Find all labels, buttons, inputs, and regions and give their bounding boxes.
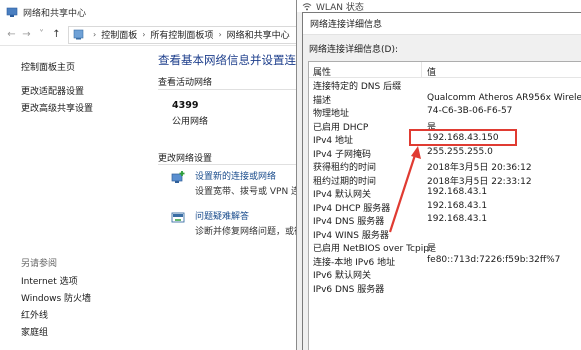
window-titlebar: 网络和共享中心 [0,0,300,24]
divider [158,89,300,90]
property-cell: IPv4 DHCP 服务器 [313,203,391,214]
breadcrumb-all-items[interactable]: 所有控制面板项 [150,28,213,41]
table-row[interactable]: 获得租约的时间 2018年3月5日 20:36:12 [309,159,581,173]
navigation-bar: ← → ˅ ↑ › 控制面板 › 所有控制面板项 › 网络和共享中心 [0,24,300,46]
troubleshoot-link[interactable]: 问题疑难解答 [195,209,249,222]
table-row[interactable]: 连接-本地 IPv6 地址 fe80::713d:7226:f59b:32ff%7 [309,254,581,268]
value-cell: 192.168.43.1 [427,214,488,224]
table-row[interactable]: IPv6 DNS 服务器 [309,281,581,295]
property-cell: 连接-本地 IPv6 地址 [313,257,396,268]
breadcrumb-separator: › [93,30,97,39]
table-row[interactable]: 物理地址 74-C6-3B-06-F6-57 [309,105,581,119]
property-cell: IPv6 默认网关 [313,271,371,281]
list-header: 属性 值 [309,62,581,78]
see-also-firewall[interactable]: Windows 防火墙 [21,291,91,304]
property-cell: 获得租约的时间 [313,163,377,173]
value-cell: 2018年3月5日 22:33:12 [427,176,532,187]
wlan-status-window: WLAN 状态 网络连接详细信息 网络连接详细信息(D): 属性 值 连接特定的… [296,0,581,350]
connection-details-dialog: 网络连接详细信息 网络连接详细信息(D): 属性 值 连接特定的 DNS 后缀描… [302,12,581,350]
property-cell: 已启用 DHCP [313,122,369,133]
sidebar: 控制面板主页 更改适配器设置 更改高级共享设置 另请参阅 Internet 选项… [0,46,150,350]
see-also-heading: 另请参阅 [21,259,58,269]
table-row[interactable]: IPv4 DNS 服务器 192.168.43.1 [309,213,581,227]
table-row[interactable]: IPv4 DHCP 服务器 192.168.43.1 [309,200,581,214]
network-sharing-center-window: 网络和共享中心 ← → ˅ ↑ › 控制面板 › 所有控制面板项 › 网络和共享… [0,0,300,350]
details-label: 网络连接详细信息(D): [309,45,398,55]
setup-connection-link[interactable]: 设置新的连接或网络 [195,169,276,182]
property-cell: 描述 [313,95,332,106]
breadcrumb-control-panel[interactable]: 控制面板 [101,28,137,41]
value-cell: 192.168.43.1 [427,187,488,197]
control-panel-icon [73,29,84,40]
troubleshoot-icon [171,212,185,223]
breadcrumb-network-center[interactable]: 网络和共享中心 [227,28,290,41]
see-also-infrared[interactable]: 红外线 [21,308,48,321]
value-cell: 192.168.43.1 [427,200,488,211]
property-cell: 已启用 NetBIOS over Tcpip [313,244,429,254]
value-cell: 74-C6-3B-06-F6-57 [427,106,513,116]
property-cell: IPv4 DNS 服务器 [313,217,385,227]
property-cell: IPv4 地址 [313,136,353,146]
property-cell: IPv6 DNS 服务器 [313,284,385,295]
sidebar-item-advanced-sharing[interactable]: 更改高级共享设置 [21,101,93,114]
breadcrumb-separator: › [218,30,222,39]
wlan-window-title: WLAN 状态 [316,2,364,13]
table-row[interactable]: IPv4 WINS 服务器 [309,227,581,241]
active-networks-heading: 查看活动网络 [158,78,213,88]
column-divider[interactable] [421,62,422,78]
table-row[interactable]: IPv6 默认网关 [309,267,581,281]
ipv4-highlight-box [409,129,517,146]
sidebar-item-adapter-settings[interactable]: 更改适配器设置 [21,84,84,97]
back-arrow-icon[interactable]: ← [4,27,19,42]
property-cell: IPv4 子网掩码 [313,149,371,160]
details-list[interactable]: 属性 值 连接特定的 DNS 后缀 描述 Qualcomm Atheros AR95… [308,61,581,350]
details-rows: 连接特定的 DNS 后缀 描述 Qualcomm Atheros AR956x Wi… [309,78,581,295]
up-arrow-icon[interactable]: ↑ [49,27,64,42]
property-cell: 租约过期的时间 [313,176,377,187]
dialog-titlebar: 网络连接详细信息 [303,13,581,35]
network-center-icon [6,7,18,17]
dialog-body: 网络连接详细信息(D): 属性 值 连接特定的 DNS 后缀 描述 Qualcomm… [303,35,581,350]
property-cell: IPv4 默认网关 [313,190,371,200]
wifi-icon [302,2,312,10]
network-type[interactable]: 公用网络 [172,114,208,127]
value-cell: fe80::713d:7226:f59b:32ff%7 [427,254,561,265]
column-header-value[interactable]: 值 [427,65,436,78]
page-heading: 查看基本网络信息并设置连 [158,53,296,67]
network-name: 4399 [172,100,199,111]
recent-dropdown-icon[interactable]: ˅ [34,27,49,42]
dialog-title: 网络连接详细信息 [310,20,383,30]
value-cell: 2018年3月5日 20:36:12 [427,163,532,173]
see-also-internet-options[interactable]: Internet 选项 [21,274,78,287]
value-cell: Qualcomm Atheros AR956x Wireless N [427,92,581,103]
property-cell: 连接特定的 DNS 后缀 [313,82,402,92]
table-row[interactable]: IPv4 子网掩码 255.255.255.0 [309,146,581,160]
table-row[interactable]: IPv4 默认网关 192.168.43.1 [309,186,581,200]
column-header-property[interactable]: 属性 [313,65,331,78]
sidebar-item-home[interactable]: 控制面板主页 [21,60,75,73]
new-connection-icon [171,171,185,183]
value-cell: 255.255.255.0 [427,146,493,157]
property-cell: IPv4 WINS 服务器 [313,230,389,241]
setup-connection-desc: 设置宽带、拨号或 VPN 连 [195,187,300,197]
address-bar[interactable]: › 控制面板 › 所有控制面板项 › 网络和共享中心 [68,25,300,44]
wlan-titlebar: WLAN 状态 [297,0,581,13]
table-row[interactable]: 已启用 NetBIOS over Tcpip 是 [309,240,581,254]
see-also-homegroup[interactable]: 家庭组 [21,325,48,338]
troubleshoot-desc: 诊断并修复网络问题，或征 [195,227,300,237]
property-cell: 物理地址 [313,109,350,119]
table-row[interactable]: 描述 Qualcomm Atheros AR956x Wireless N [309,92,581,106]
divider [158,164,300,165]
breadcrumb-separator: › [142,30,146,39]
forward-arrow-icon[interactable]: → [19,27,34,42]
table-row[interactable]: 连接特定的 DNS 后缀 [309,78,581,92]
window-title: 网络和共享中心 [23,8,87,19]
main-content: 查看基本网络信息并设置连 查看活动网络 4399 公用网络 更改网络设置 设置新… [150,46,300,350]
table-row[interactable]: 租约过期的时间 2018年3月5日 22:33:12 [309,173,581,187]
value-cell: 是 [427,244,437,254]
change-network-settings-heading: 更改网络设置 [158,154,213,164]
